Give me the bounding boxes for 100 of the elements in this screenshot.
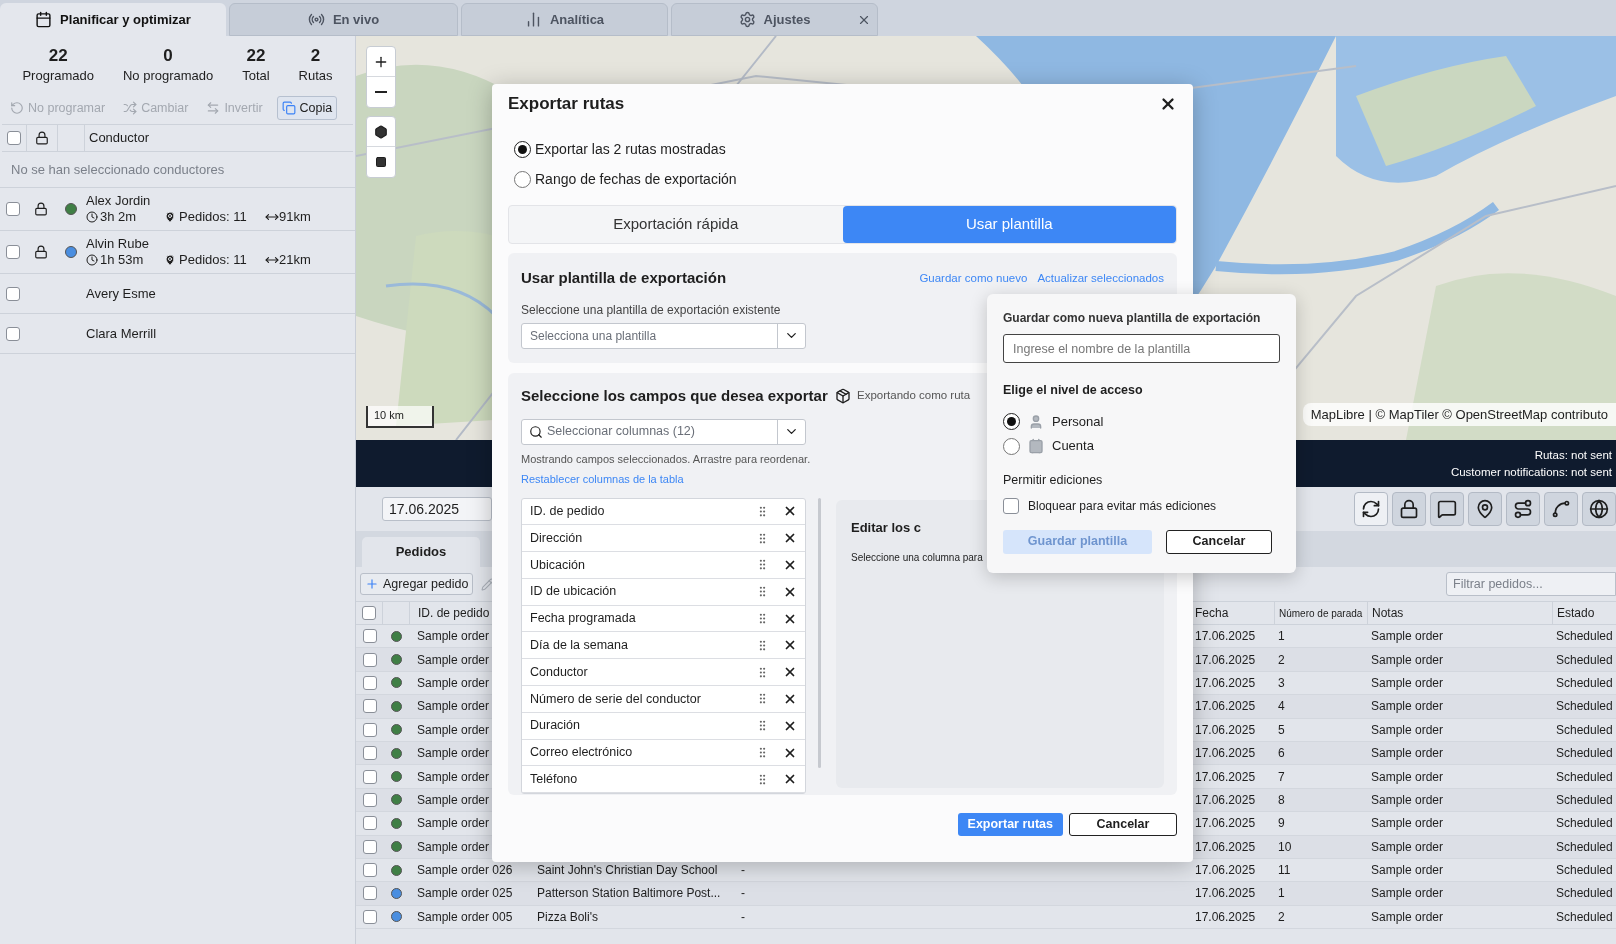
stat-label: Programado [22,67,94,85]
stat-value: 22 [48,46,68,66]
table-cell: Sample order [1371,792,1444,807]
field-name: Ubicación [530,556,586,574]
radio-label: Cuenta [1052,437,1094,456]
field-name: ID de ubicación [530,583,618,601]
table-cell: 6 [1278,746,1285,761]
field-name: Conductor [530,663,589,681]
table-cell: Pizza Boli's [537,909,598,924]
route-distance: 91km [279,209,311,225]
table-cell: Scheduled [1556,863,1613,878]
stat-label: Total [242,67,270,85]
table-cell: Scheduled [1556,699,1613,714]
popover-title: Guardar como nueva plantilla de exportación [1003,310,1262,327]
dialog-title: Exportar rutas [508,93,625,116]
table-cell: Sample order [417,816,490,831]
table-cell: Scheduled [1556,769,1613,784]
route-orders: Pedidos: 11 [179,252,248,268]
table-cell: Sample order [417,652,490,667]
table-cell: 17.06.2025 [1195,909,1256,924]
table-cell: 9 [1278,816,1285,831]
stat-value: 2 [310,46,321,66]
section-title: Seleccione los campos que desea exportar [521,386,828,406]
hint-text: Mostrando campos seleccionados. Arrastre para reordenar. [521,451,811,467]
table-cell: Sample order [1371,909,1444,924]
editor-title: Editar los c [851,519,923,538]
editor-hint: Seleccione una columna para [851,550,984,565]
driver-name: Alex Jordin [86,193,152,209]
table-cell: 17.06.2025 [1195,792,1256,807]
table-cell: 8 [1278,792,1285,807]
table-cell: Sample order [1371,863,1444,878]
stat-value: 22 [246,46,266,66]
table-cell: 3 [1278,675,1285,690]
table-cell: 17.06.2025 [1195,746,1256,761]
export-mode-text: Exportando como ruta [857,388,971,403]
table-cell: 17.06.2025 [1195,886,1256,901]
table-cell: 17.06.2025 [1195,629,1256,644]
table-cell: Sample order [1371,722,1444,737]
table-cell: - [741,863,745,878]
table-cell: 17.06.2025 [1195,839,1256,854]
notifications-status: Customer notifications: not sent [1450,464,1612,480]
table-cell: Scheduled [1556,746,1613,761]
table-cell: 7 [1278,769,1285,784]
table-cell: Sample order [417,792,490,807]
table-cell: Saint John's Christian Day School [537,863,718,878]
field-name: Día de la semana [530,637,629,654]
table-cell: Sample order [1371,886,1444,901]
column-header: Estado [1557,605,1595,622]
map-scale: 10 km [366,406,434,428]
table-cell: Scheduled [1556,909,1613,924]
table-cell: Sample order [1371,675,1444,690]
table-cell: 11 [1278,863,1291,878]
route-distance: 21km [279,252,311,268]
field-label: Elige el nivel de acceso [1003,382,1144,399]
driver-name: Avery Esme [86,285,156,302]
table-cell: 17.06.2025 [1195,816,1256,831]
table-cell: 17.06.2025 [1195,769,1256,784]
table-cell: - [741,909,745,924]
table-cell: 2 [1278,909,1285,924]
column-header: Conductor [88,129,149,148]
table-cell: 5 [1278,722,1285,737]
field-name: Duración [530,717,582,735]
table-cell: Sample order 026 [417,863,513,878]
table-cell: Sample order 025 [417,886,513,901]
table-cell: Sample order [417,839,490,854]
column-header: ID. de pedido [418,605,490,622]
table-cell: Scheduled [1556,652,1613,667]
driver-name: Clara Merrill [86,325,157,342]
table-cell: 17.06.2025 [1195,863,1256,878]
table-cell: 17.06.2025 [1195,652,1256,667]
route-duration: 3h 2m [100,209,138,225]
table-cell: Sample order [417,746,490,761]
table-cell: Scheduled [1556,675,1613,690]
table-cell: Scheduled [1556,792,1613,807]
table-cell: 1 [1278,886,1285,901]
field-name: Dirección [530,529,584,547]
checkbox-label: Bloquear para evitar más ediciones [1028,497,1217,515]
table-cell: Scheduled [1556,839,1613,854]
table-cell: Sample order [1371,629,1444,644]
stat-label: Rutas [298,67,333,85]
table-cell: Sample order [1371,746,1444,761]
table-cell: Sample order [417,699,490,714]
table-cell: Sample order [1371,699,1444,714]
route-orders: Pedidos: 11 [179,209,248,225]
column-header: Fecha [1195,605,1229,622]
table-cell: Sample order [1371,816,1444,831]
field-label: Seleccione una plantilla de exportación existente [521,301,781,319]
stat-label: No programado [122,67,214,85]
table-cell: Sample order [1371,839,1444,854]
column-header: Número de parada [1279,606,1363,621]
field-label: Permitir ediciones [1003,471,1104,489]
table-cell: Sample order [417,675,490,690]
route-duration: 1h 53m [100,252,145,268]
table-cell: 17.06.2025 [1195,699,1256,714]
radio-label: Exportar las 2 rutas mostradas [535,140,726,159]
radio-label: Rango de fechas de exportación [535,170,737,189]
empty-message: No se han seleccionado conductores [11,160,225,179]
field-name: Correo electrónico [530,744,634,762]
table-cell: - [741,886,745,901]
column-header: Notas [1372,605,1404,622]
